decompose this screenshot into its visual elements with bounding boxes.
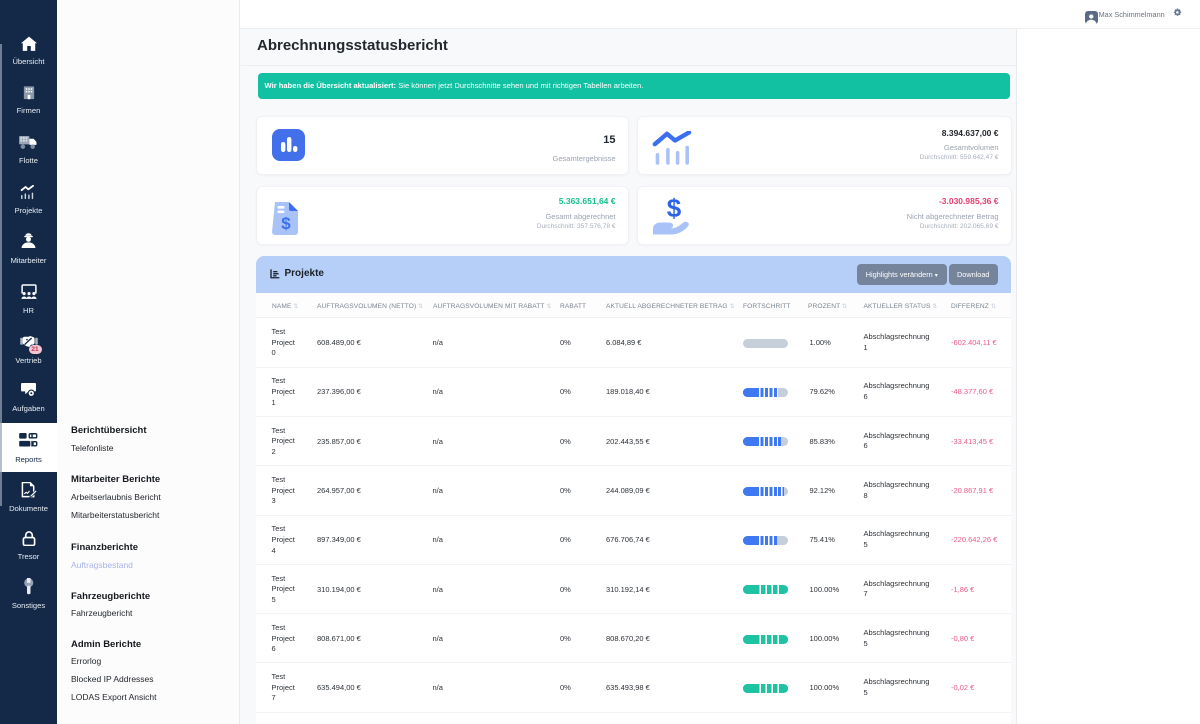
svg-text:$: $	[667, 193, 682, 223]
svg-text:$: $	[282, 214, 292, 233]
